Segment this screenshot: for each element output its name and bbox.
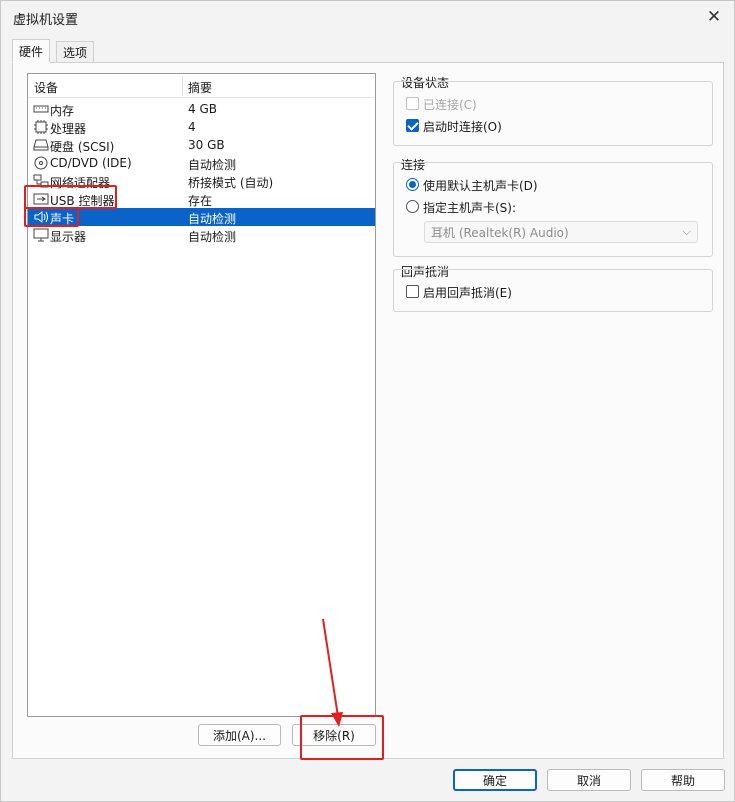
device-summary: 自动检测 [188,158,237,172]
device-summary: 自动检测 [188,230,237,244]
hardware-panel: 设备 摘要 内存 4 GB 处理器 4 硬盘 (SCSI) 30 GB CD/D… [12,62,724,759]
column-header-summary[interactable]: 摘要 [188,79,212,96]
connected-checkbox[interactable] [406,97,419,110]
device-name: 显示器 [50,230,87,244]
cancel-button[interactable]: 取消 [547,769,631,791]
device-summary: 4 [188,120,196,134]
device-name: 处理器 [50,122,87,136]
echo-cancel-label: 启用回声抵消(E) [423,286,512,300]
device-name: 硬盘 (SCSI) [50,140,115,154]
specify-sound-card-radio[interactable] [406,200,419,213]
device-row-usb-controller[interactable]: USB 控制器 存在 [28,190,375,208]
tab-options-label: 选项 [63,45,88,60]
device-row-memory[interactable]: 内存 4 GB [28,100,375,118]
add-button[interactable]: 添加(A)... [198,724,281,746]
device-row-sound-card[interactable]: 声卡 自动检测 [28,208,375,226]
column-header-device[interactable]: 设备 [34,79,58,96]
device-name: 声卡 [50,212,75,226]
remove-button[interactable]: 移除(R) [292,724,376,746]
device-row-network-adapter[interactable]: 网络适配器 桥接模式 (自动) [28,172,375,190]
ok-button[interactable]: 确定 [453,769,537,791]
device-name: 网络适配器 [50,176,111,190]
cd-dvd-icon [34,156,48,170]
device-summary: 存在 [188,194,213,208]
tab-hardware-label: 硬件 [19,44,44,59]
use-default-sound-card-label: 使用默认主机声卡(D) [423,179,538,193]
connect-at-power-on-label: 启动时连接(O) [423,120,502,134]
device-summary: 自动检测 [188,212,237,226]
sound-card-select-value: 耳机 (Realtek(R) Audio) [431,225,569,240]
specify-sound-card-label: 指定主机声卡(S): [423,201,517,215]
display-icon [33,228,49,242]
tab-options[interactable]: 选项 [56,41,95,63]
title-bar: 虚拟机设置 ✕ [1,1,734,33]
sound-card-select[interactable]: 耳机 (Realtek(R) Audio) ⌵ [424,221,698,243]
device-name: USB 控制器 [50,194,115,208]
network-adapter-icon [33,174,49,188]
column-divider[interactable] [182,76,183,96]
chevron-down-icon: ⌵ [682,225,691,238]
processor-icon [34,120,48,134]
device-name: 内存 [50,104,75,118]
device-list-header: 设备 摘要 [28,74,375,98]
connected-label: 已连接(C) [423,98,477,112]
tab-hardware[interactable]: 硬件 [12,39,51,63]
hard-disk-icon [33,139,49,151]
device-summary: 桥接模式 (自动) [188,176,274,190]
device-row-hard-disk[interactable]: 硬盘 (SCSI) 30 GB [28,136,375,154]
sound-card-icon [34,211,48,223]
use-default-sound-card-radio[interactable] [406,178,419,191]
device-status-group [393,81,713,146]
device-row-display[interactable]: 显示器 自动检测 [28,226,375,244]
window-title: 虚拟机设置 [13,13,79,28]
close-icon[interactable]: ✕ [704,7,724,27]
device-summary: 4 GB [188,102,217,116]
device-row-processor[interactable]: 处理器 4 [28,118,375,136]
vm-settings-dialog: 虚拟机设置 ✕ 硬件 选项 设备 摘要 内存 4 GB 处理器 4 硬盘 (SC… [0,0,735,802]
device-name: CD/DVD (IDE) [50,156,132,170]
device-list[interactable]: 设备 摘要 内存 4 GB 处理器 4 硬盘 (SCSI) 30 GB CD/D… [27,73,376,717]
memory-icon [33,105,49,113]
connect-at-power-on-checkbox[interactable] [406,119,419,132]
help-button[interactable]: 帮助 [641,769,725,791]
usb-controller-icon [33,193,49,205]
device-row-cd-dvd[interactable]: CD/DVD (IDE) 自动检测 [28,154,375,172]
device-summary: 30 GB [188,138,225,152]
echo-cancel-checkbox[interactable] [406,285,419,298]
